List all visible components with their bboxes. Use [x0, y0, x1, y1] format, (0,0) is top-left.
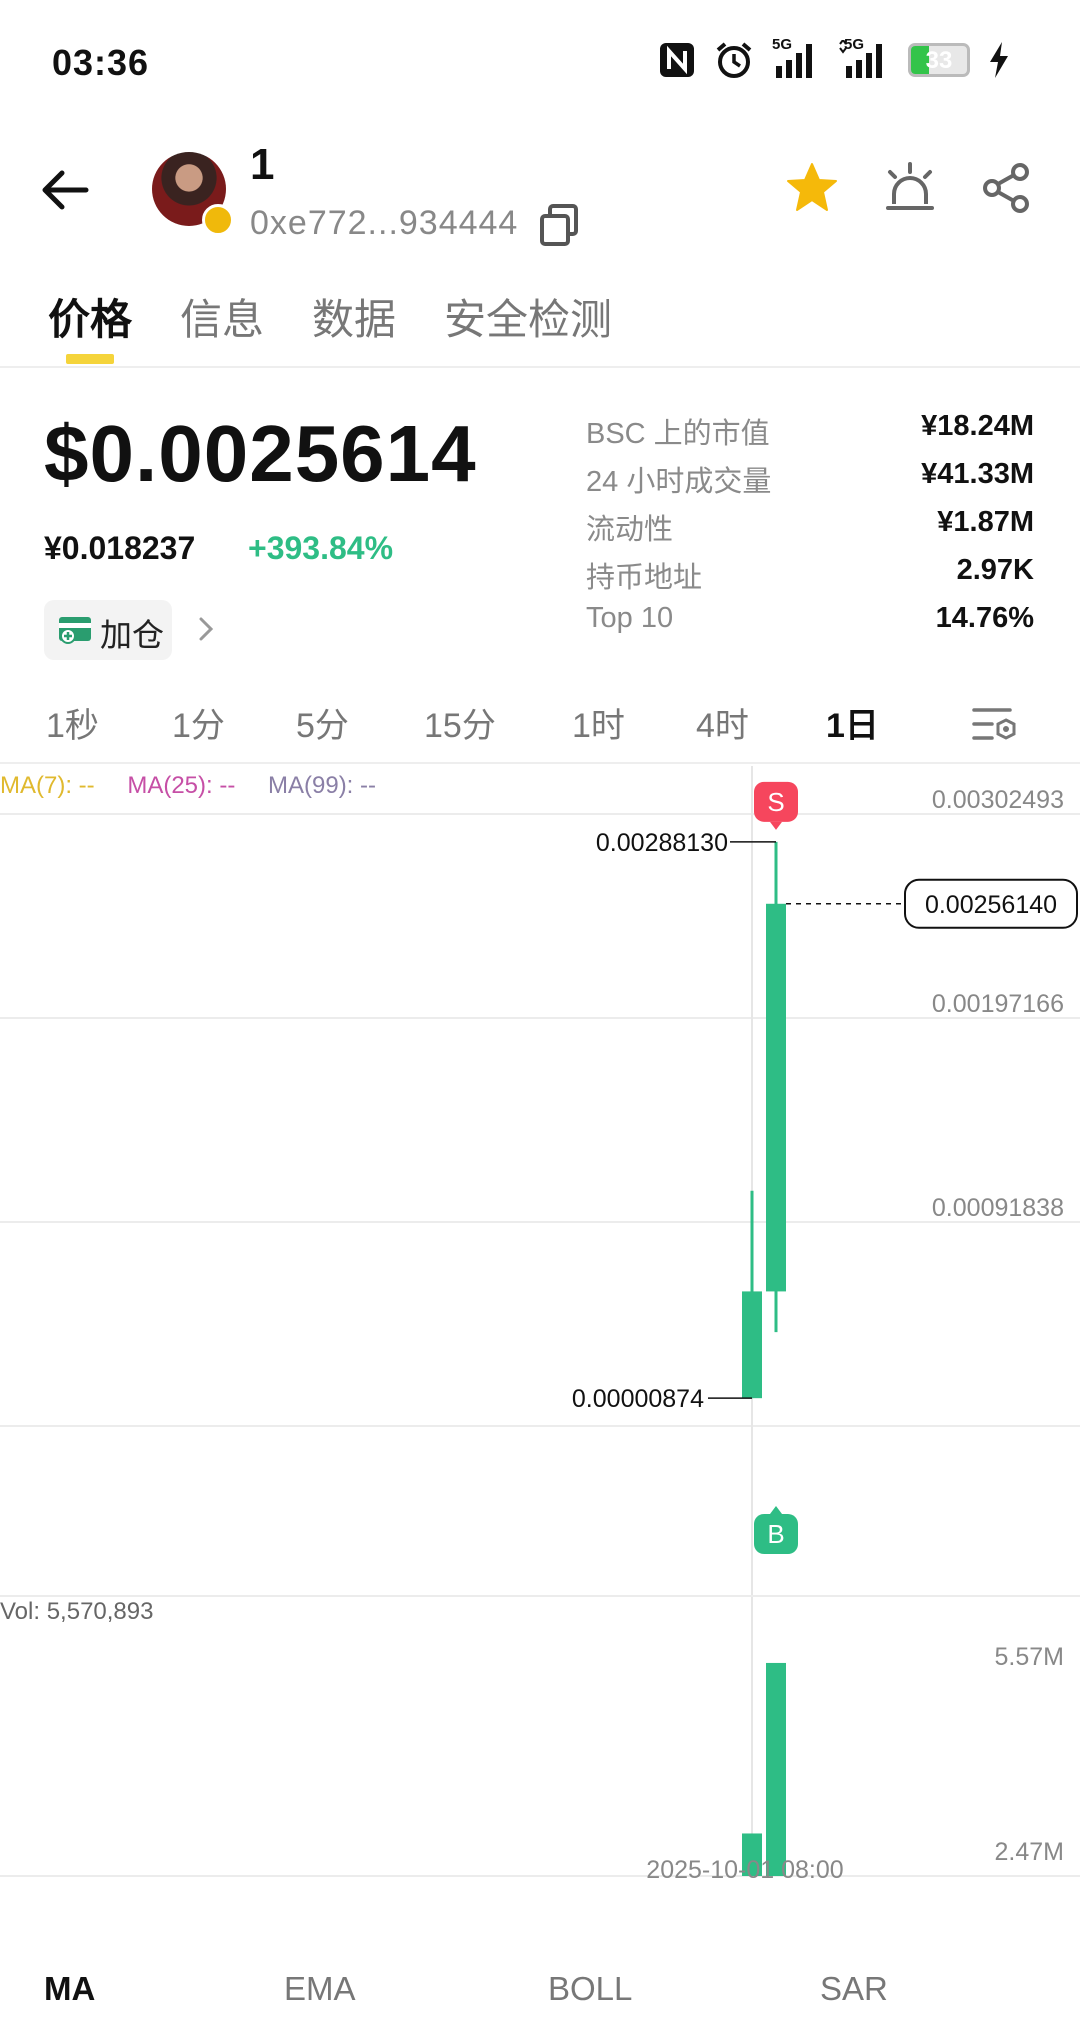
stat-label: 持币地址	[586, 562, 703, 594]
indicator-ema[interactable]: EMA	[284, 1970, 356, 2008]
high-price-label: 0.00288130	[596, 829, 728, 857]
ma-legend: MA(7): -- MA(25): -- MA(99): --	[0, 772, 402, 800]
y-tick-label: 0.00091838	[932, 1194, 1064, 1222]
token-header: 1 0xe772...934444	[0, 130, 1080, 260]
stat-top10: Top 10 14.76%	[586, 598, 1034, 646]
chevron-right-icon[interactable]	[196, 614, 216, 644]
candlestick-chart[interactable]: 0.00302493 0.00197166 0.00091838 0.00288130…	[0, 766, 1080, 1878]
stat-24h-volume: 24 小时成交量 ¥41.33M	[586, 454, 1034, 502]
tab-info[interactable]: 信息	[180, 286, 264, 347]
add-position-label: 加仓	[100, 617, 165, 653]
stat-label: 流动性	[586, 514, 674, 546]
price-alert-icon[interactable]	[882, 160, 938, 216]
ma25-label: MA(25): --	[127, 772, 236, 799]
interval-selector: 1秒 1分 5分 15分 1时 4时 1日	[0, 692, 1080, 764]
signal-5g-icon: 5G	[772, 36, 820, 80]
buy-marker-label: B	[767, 1519, 784, 1549]
stat-label: 24 小时成交量	[586, 466, 772, 498]
stat-label: Top 10	[586, 602, 674, 634]
stat-value: 14.76%	[935, 602, 1034, 634]
indicator-sar[interactable]: SAR	[820, 1970, 888, 2008]
sell-marker-pointer	[770, 821, 782, 830]
volume-tick-label: 2.47M	[995, 1838, 1064, 1866]
copy-icon[interactable]	[538, 204, 580, 248]
status-icons: 5G 5G 33	[658, 36, 1010, 80]
add-position-button[interactable]: 加仓	[44, 600, 172, 660]
stat-market-cap: BSC 上的市值 ¥18.24M	[586, 406, 1034, 454]
tab-security-check[interactable]: 安全检测	[444, 286, 612, 347]
candle-body	[742, 1291, 762, 1399]
interval-5m[interactable]: 5分	[296, 698, 349, 747]
y-tick-label: 0.00302493	[932, 786, 1064, 814]
token-name: 1	[250, 140, 275, 189]
ma99-label: MA(99): --	[268, 772, 376, 799]
price-change-percent: +393.84%	[248, 530, 394, 566]
stat-value: 2.97K	[956, 554, 1034, 586]
interval-1h[interactable]: 1时	[572, 698, 625, 747]
status-time: 03:36	[52, 42, 150, 83]
stat-value: ¥41.33M	[921, 458, 1034, 490]
indicator-tabs: MA EMA BOLL SAR	[0, 1960, 1080, 2019]
share-icon[interactable]	[978, 160, 1034, 216]
wallet-add-icon	[59, 617, 91, 644]
token-address: 0xe772...934444	[250, 204, 519, 242]
usd-price: $0.0025614	[44, 409, 477, 498]
charging-icon	[990, 42, 1008, 78]
low-price-label: 0.00000874	[572, 1385, 704, 1413]
interval-1s[interactable]: 1秒	[46, 698, 99, 747]
battery-icon: 33	[908, 43, 970, 77]
interval-1d[interactable]: 1日	[826, 698, 879, 747]
token-stats: BSC 上的市值 ¥18.24M 24 小时成交量 ¥41.33M 流动性 ¥1…	[586, 406, 1034, 646]
y-tick-label: 0.00197166	[932, 990, 1064, 1018]
cny-price: ¥0.018237	[44, 530, 196, 566]
active-tab-indicator	[66, 354, 114, 364]
ma7-label: MA(7): --	[0, 772, 95, 799]
stat-holders: 持币地址 2.97K	[586, 550, 1034, 598]
detail-tabs: 价格 信息 数据 安全检测	[0, 280, 1080, 368]
signal-5g-icon: 5G	[838, 36, 890, 80]
stat-value: ¥1.87M	[937, 506, 1034, 538]
interval-1m[interactable]: 1分	[172, 698, 225, 747]
x-axis-date-label: 2025-10-01 08:00	[646, 1856, 843, 1878]
stat-liquidity: 流动性 ¥1.87M	[586, 502, 1034, 550]
tab-price[interactable]: 价格	[48, 286, 132, 347]
interval-4h[interactable]: 4时	[696, 698, 749, 747]
battery-percent: 33	[925, 47, 953, 74]
bsc-chain-badge-icon	[202, 204, 234, 236]
stat-label: BSC 上的市值	[586, 418, 770, 450]
buy-marker-pointer	[770, 1506, 782, 1514]
candle-body	[766, 903, 786, 1292]
favorite-star-icon[interactable]	[784, 160, 840, 216]
interval-15m[interactable]: 15分	[424, 698, 496, 747]
indicator-boll[interactable]: BOLL	[548, 1970, 632, 2008]
status-bar: 03:36 5G 5G 33	[0, 0, 1080, 120]
price-chart[interactable]: 0.00302493 0.00197166 0.00091838 0.00288130…	[0, 766, 1080, 1878]
nfc-icon	[660, 43, 694, 77]
alarm-icon	[716, 42, 752, 78]
stat-value: ¥18.24M	[921, 410, 1034, 442]
chart-settings-icon[interactable]	[970, 702, 1018, 746]
volume-bar	[766, 1662, 786, 1876]
sell-marker-label: S	[767, 787, 784, 817]
indicator-ma[interactable]: MA	[44, 1970, 95, 2008]
volume-tick-label: 5.57M	[995, 1643, 1064, 1671]
tab-data[interactable]: 数据	[312, 286, 396, 347]
volume-label: Vol: 5,570,893	[0, 1598, 154, 1625]
current-price-label: 0.00256140	[925, 891, 1057, 919]
back-arrow-icon[interactable]	[36, 160, 96, 220]
